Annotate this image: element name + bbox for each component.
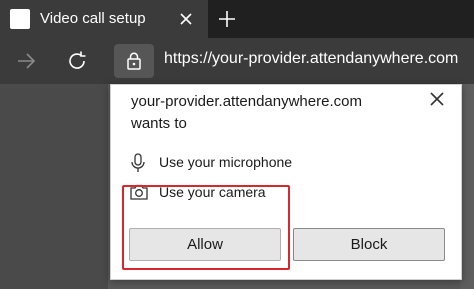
popup-origin: your-provider.attendanywhere.com xyxy=(131,93,362,110)
close-icon[interactable] xyxy=(176,9,196,29)
site-info-button[interactable] xyxy=(114,44,154,78)
toolbar: https://your-provider.attendanywhere.com xyxy=(0,38,474,84)
popup-wants-text: wants to xyxy=(131,115,187,132)
page-icon xyxy=(10,9,30,29)
close-icon[interactable] xyxy=(425,87,449,111)
tab-video-call-setup[interactable]: Video call setup xyxy=(0,0,208,38)
permission-popup: your-provider.attendanywhere.com wants t… xyxy=(110,84,462,280)
permission-microphone: Use your microphone xyxy=(129,151,369,173)
allow-button[interactable]: Allow xyxy=(129,228,281,261)
tab-strip: Video call setup xyxy=(0,0,474,38)
block-button[interactable]: Block xyxy=(293,228,445,261)
lock-icon xyxy=(127,52,141,70)
plus-icon[interactable] xyxy=(216,8,238,30)
page-content-right xyxy=(460,84,474,289)
address-bar-url[interactable]: https://your-provider.attendanywhere.com xyxy=(164,50,458,68)
arrow-right-icon[interactable] xyxy=(14,49,38,73)
permission-microphone-label: Use your microphone xyxy=(159,154,293,170)
tab-title: Video call setup xyxy=(40,10,146,27)
page-content-left xyxy=(0,84,108,289)
permission-camera: Use your camera xyxy=(129,181,369,203)
camera-icon xyxy=(130,184,148,200)
permission-camera-label: Use your camera xyxy=(159,184,266,200)
reload-icon[interactable] xyxy=(65,49,89,73)
microphone-icon xyxy=(131,153,145,172)
